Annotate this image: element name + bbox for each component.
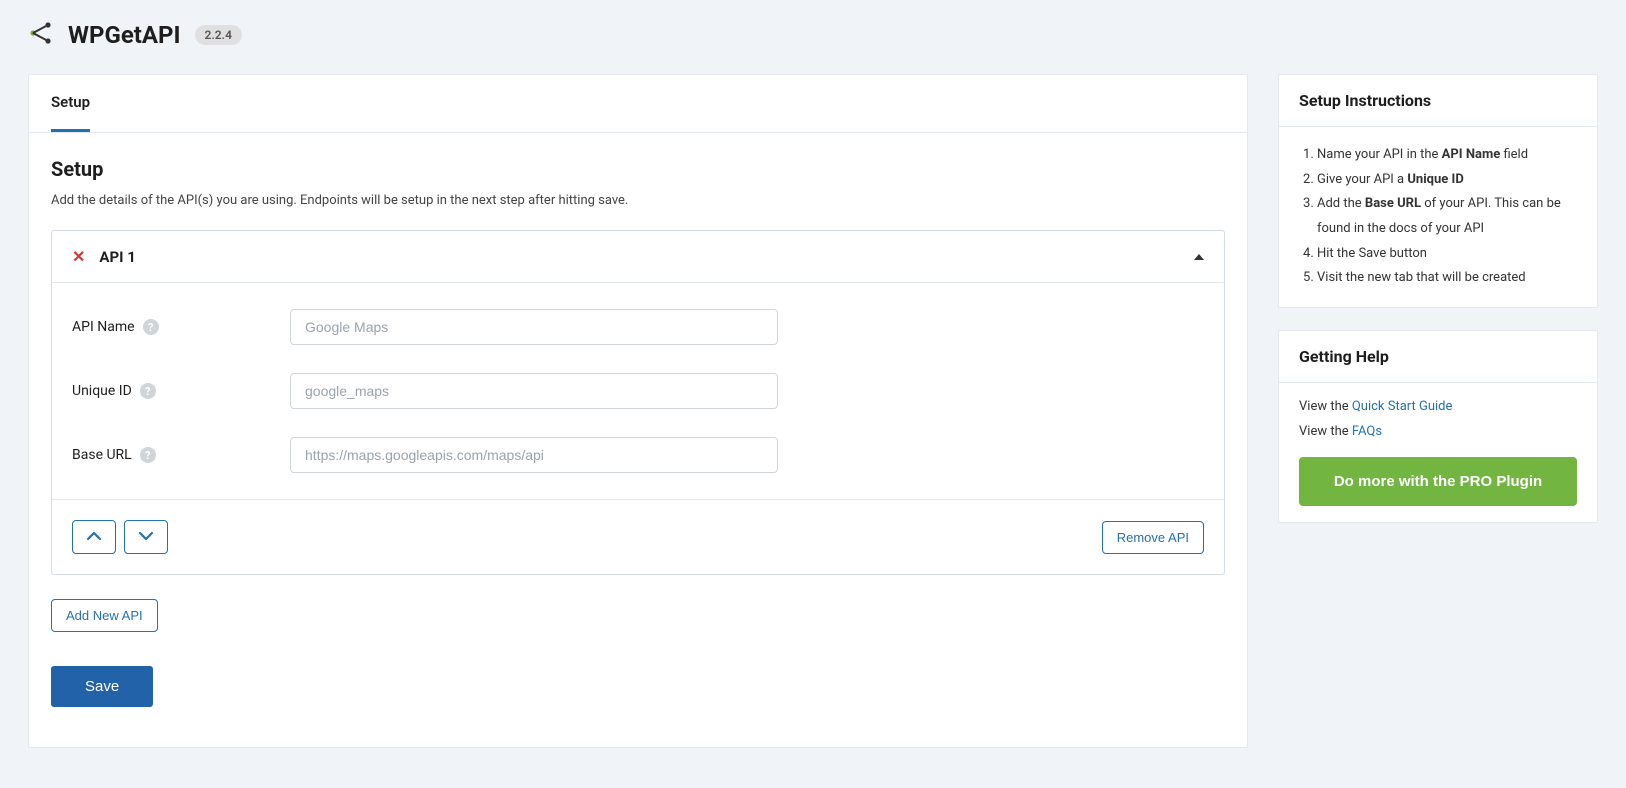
section-description: Add the details of the API(s) you are us…: [51, 193, 1225, 208]
instructions-title: Setup Instructions: [1279, 75, 1597, 127]
api-name-label: API Name: [72, 319, 135, 335]
caret-up-icon[interactable]: [1194, 254, 1204, 260]
brand-title: WPGetAPI: [68, 21, 181, 49]
help-icon[interactable]: ?: [140, 383, 156, 399]
move-up-button[interactable]: [72, 520, 116, 554]
help-card: Getting Help View the Quick Start Guide …: [1278, 330, 1598, 523]
help-icon[interactable]: ?: [140, 447, 156, 463]
chevron-down-icon: [138, 528, 154, 546]
instruction-item: Add the Base URL of your API. This can b…: [1317, 192, 1577, 241]
help-icon[interactable]: ?: [143, 319, 159, 335]
main-panel: Setup Setup Add the details of the API(s…: [28, 74, 1248, 748]
page-header: WPGetAPI 2.2.4: [28, 10, 1598, 74]
help-title: Getting Help: [1279, 331, 1597, 383]
save-button[interactable]: Save: [51, 666, 153, 707]
base-url-input[interactable]: [290, 437, 778, 473]
base-url-label: Base URL: [72, 447, 132, 463]
instructions-card: Setup Instructions Name your API in the …: [1278, 74, 1598, 308]
faqs-link[interactable]: FAQs: [1352, 424, 1382, 439]
logo-icon: [28, 20, 54, 50]
move-down-button[interactable]: [124, 520, 168, 554]
version-badge: 2.2.4: [195, 25, 242, 45]
quick-start-link[interactable]: Quick Start Guide: [1352, 399, 1453, 414]
section-title: Setup: [51, 157, 1225, 181]
api-name-input[interactable]: [290, 309, 778, 345]
instruction-item: Hit the Save button: [1317, 242, 1577, 267]
instruction-item: Name your API in the API Name field: [1317, 143, 1577, 168]
api-card-title: API 1: [99, 248, 135, 266]
unique-id-label: Unique ID: [72, 383, 132, 399]
help-line-faqs: View the FAQs: [1299, 424, 1577, 439]
tabs-bar: Setup: [29, 75, 1247, 133]
api-card: ✕ API 1 API Name ?: [51, 230, 1225, 575]
instructions-list: Name your API in the API Name field Give…: [1299, 143, 1577, 291]
add-new-api-button[interactable]: Add New API: [51, 599, 158, 632]
unique-id-input[interactable]: [290, 373, 778, 409]
pro-plugin-button[interactable]: Do more with the PRO Plugin: [1299, 457, 1577, 506]
help-line-quickstart: View the Quick Start Guide: [1299, 399, 1577, 414]
remove-api-button[interactable]: Remove API: [1102, 521, 1204, 554]
chevron-up-icon: [86, 528, 102, 546]
instruction-item: Give your API a Unique ID: [1317, 168, 1577, 193]
api-card-header[interactable]: ✕ API 1: [52, 231, 1224, 283]
instruction-item: Visit the new tab that will be created: [1317, 266, 1577, 291]
tab-setup[interactable]: Setup: [51, 75, 90, 132]
close-icon[interactable]: ✕: [72, 247, 85, 266]
